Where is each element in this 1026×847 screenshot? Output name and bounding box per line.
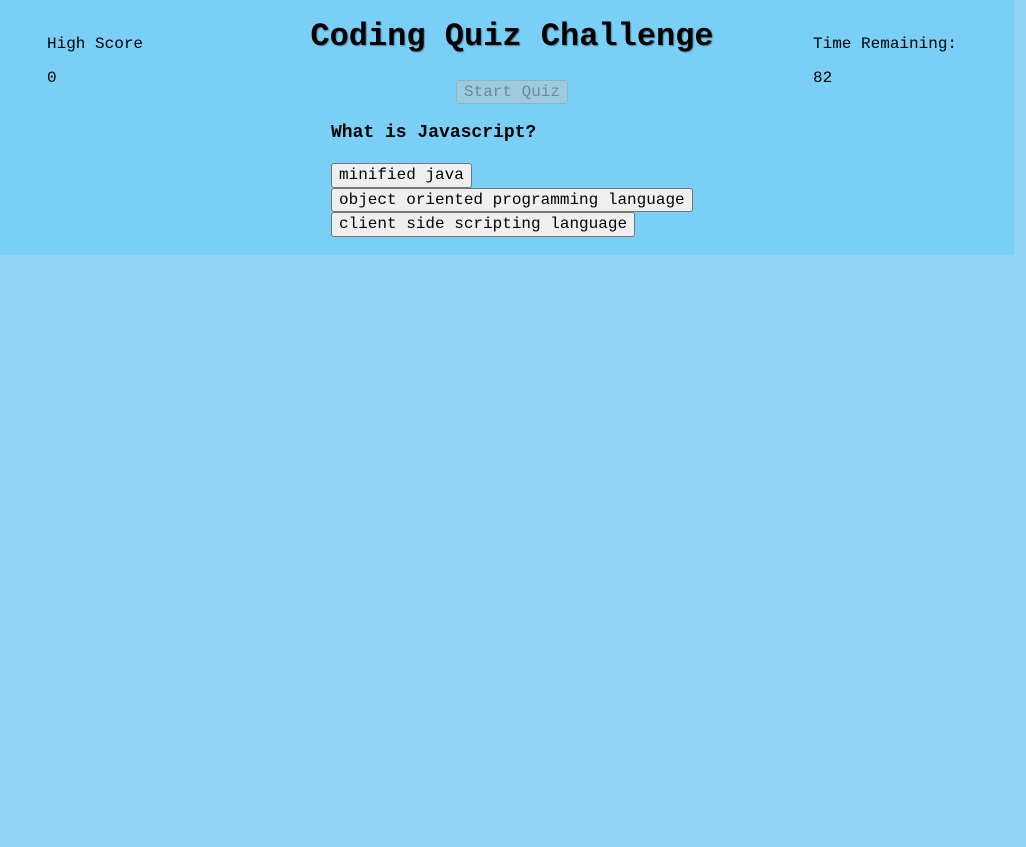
- start-quiz-button[interactable]: Start Quiz: [456, 80, 568, 104]
- answer-button-oop-language[interactable]: object oriented programming language: [331, 187, 693, 212]
- answer-button-client-side-scripting[interactable]: client side scripting language: [331, 212, 636, 237]
- answer-button-minified-java[interactable]: minified java: [331, 163, 472, 188]
- question-text: What is Javascript?: [331, 123, 537, 143]
- high-score-value: 0: [47, 69, 57, 87]
- time-remaining-label: Time Remaining:: [813, 35, 958, 53]
- answer-list: minified java object oriented programmin…: [331, 163, 693, 237]
- time-remaining-value: 82: [813, 69, 833, 87]
- quiz-panel: High Score 0 Coding Quiz Challenge Time …: [0, 0, 1014, 255]
